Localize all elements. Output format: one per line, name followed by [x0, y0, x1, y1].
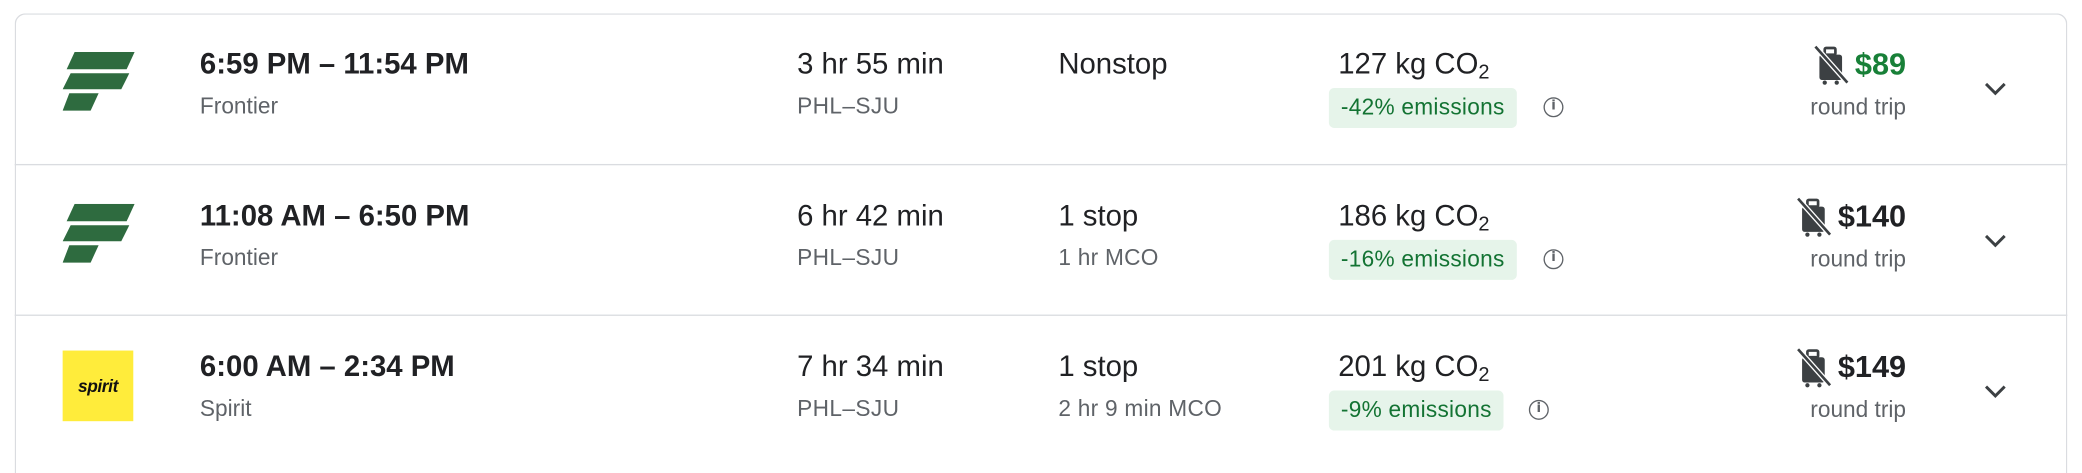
flight-result-row[interactable]: 6:59 PM – 11:54 PM Frontier 3 hr 55 min … [15, 13, 2068, 164]
flight-stops: 1 stop [1058, 349, 1139, 383]
flight-route: PHL–SJU [797, 395, 900, 422]
co2-amount: 201 kg CO2 [1338, 349, 1490, 387]
flight-stops: Nonstop [1058, 46, 1168, 80]
flight-duration: 3 hr 55 min [797, 46, 944, 80]
airline-name: Spirit [199, 395, 252, 422]
price: $89 [1854, 45, 1907, 81]
flight-result-row[interactable]: spirit 6:00 AM – 2:34 PM Spirit 7 hr 34 … [14, 314, 2068, 466]
frontier-logo [62, 51, 135, 124]
spirit-logo: spirit [62, 350, 134, 422]
flight-route: PHL–SJU [797, 245, 900, 271]
flight-times: 11:08 AM – 6:50 PM [199, 198, 470, 232]
no-carry-on-bag-icon [1795, 196, 1832, 237]
info-icon[interactable]: i [1528, 399, 1549, 420]
info-icon[interactable]: i [1543, 249, 1564, 270]
flight-result-row[interactable]: 11:08 AM – 6:50 PM Frontier 6 hr 42 min … [14, 163, 2068, 315]
flight-results-list: 6:59 PM – 11:54 PM Frontier 3 hr 55 min … [0, 0, 2082, 473]
price: $140 [1837, 197, 1907, 233]
price-block: $149 [1794, 345, 1906, 388]
price-block: $140 [1794, 195, 1906, 238]
info-icon[interactable]: i [1543, 97, 1564, 118]
chevron-down-icon[interactable] [1979, 376, 2011, 408]
frontier-logo [62, 203, 135, 276]
flight-route: PHL–SJU [797, 93, 900, 119]
price: $149 [1837, 348, 1907, 384]
chevron-down-icon[interactable] [1979, 225, 2011, 257]
co2-amount: 186 kg CO2 [1338, 198, 1490, 236]
layover-info: 2 hr 9 min MCO [1058, 395, 1222, 422]
flight-duration: 6 hr 42 min [797, 198, 944, 232]
emissions-badge: -42% emissions [1328, 87, 1517, 128]
airline-name: Frontier [199, 245, 279, 271]
emissions-badge: -16% emissions [1328, 239, 1517, 280]
flight-stops: 1 stop [1058, 198, 1139, 232]
flight-times: 6:59 PM – 11:54 PM [199, 46, 469, 80]
no-carry-on-bag-icon [1812, 44, 1849, 85]
emissions-badge: -9% emissions [1328, 390, 1504, 431]
price-note: round trip [1810, 397, 1907, 423]
price-note: round trip [1810, 246, 1907, 272]
chevron-down-icon[interactable] [1979, 73, 2011, 105]
flight-duration: 7 hr 34 min [797, 349, 944, 383]
airline-name: Frontier [199, 93, 279, 119]
price-block: $89 [1811, 43, 1906, 86]
no-carry-on-bag-icon [1795, 347, 1832, 388]
flight-times: 6:00 AM – 2:34 PM [199, 349, 455, 383]
layover-info: 1 hr MCO [1058, 245, 1159, 271]
price-note: round trip [1810, 94, 1907, 120]
co2-amount: 127 kg CO2 [1338, 46, 1490, 84]
